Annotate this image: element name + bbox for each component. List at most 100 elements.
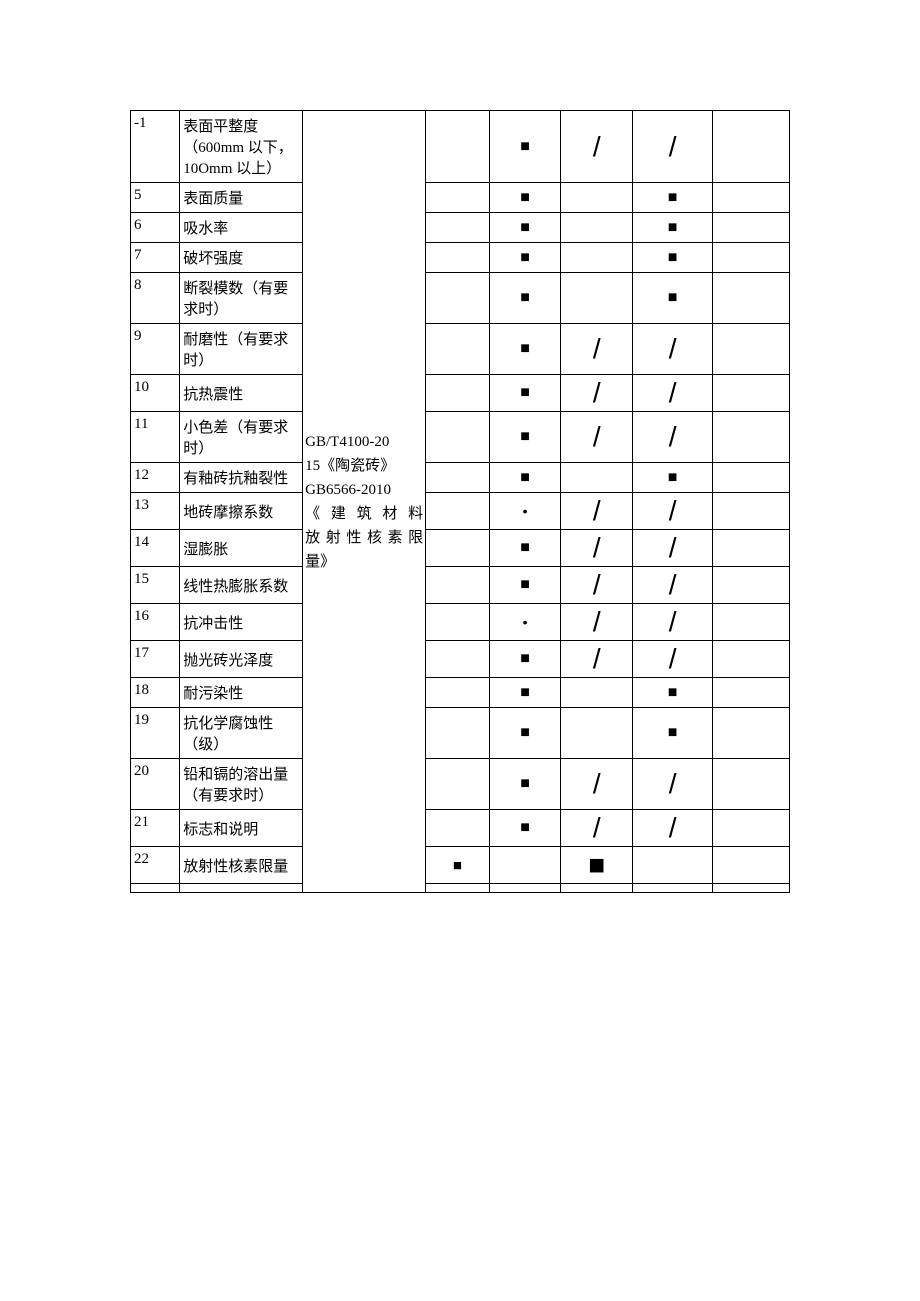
cell-c3 — [426, 530, 490, 567]
table-row: 17 抛光砖光泽度 ■ / / — [131, 641, 790, 678]
cell-c5: / — [561, 759, 633, 810]
cell-c6: ■ — [633, 183, 713, 213]
cell-c6: ■ — [633, 243, 713, 273]
row-idx — [131, 884, 180, 893]
cell-c7 — [713, 567, 790, 604]
cell-c4: ■ — [489, 213, 561, 243]
cell-c4: ■ — [489, 183, 561, 213]
table-row: 14 湿膨胀 ■ / / — [131, 530, 790, 567]
row-desc: 耐磨性（有要求时） — [180, 324, 303, 375]
cell-c6: / — [633, 641, 713, 678]
cell-c5: / — [561, 412, 633, 463]
cell-c4: ■ — [489, 243, 561, 273]
cell-c3 — [426, 111, 490, 183]
cell-c4: ■ — [489, 810, 561, 847]
row-desc: 地砖摩擦系数 — [180, 493, 303, 530]
standard-cell: GB/T4100-20 15《陶瓷砖》 GB6566-2010 《建筑材料 放射… — [303, 111, 426, 893]
table-row: 19 抗化学腐蚀性（级） ■ ■ — [131, 708, 790, 759]
table-row: 10 抗热震性 ■ / / — [131, 375, 790, 412]
cell-c6: / — [633, 493, 713, 530]
cell-c6: / — [633, 604, 713, 641]
cell-c3: ■ — [426, 847, 490, 884]
cell-c6: / — [633, 324, 713, 375]
table-row: 20 铅和镉的溶出量（有要求时） ■ / / — [131, 759, 790, 810]
row-desc: 有釉砖抗釉裂性 — [180, 463, 303, 493]
cell-c3 — [426, 604, 490, 641]
row-desc: 线性热膨胀系数 — [180, 567, 303, 604]
row-desc: 放射性核素限量 — [180, 847, 303, 884]
cell-c5: ■ — [561, 847, 633, 884]
row-desc: 小色差（有要求时） — [180, 412, 303, 463]
cell-c6 — [633, 847, 713, 884]
cell-c6: ■ — [633, 213, 713, 243]
cell-c4: ■ — [489, 567, 561, 604]
row-idx: 13 — [131, 493, 180, 530]
cell-c3 — [426, 759, 490, 810]
row-idx: 11 — [131, 412, 180, 463]
cell-c5 — [561, 708, 633, 759]
row-idx: 12 — [131, 463, 180, 493]
cell-c4: ■ — [489, 708, 561, 759]
cell-c4: ■ — [489, 324, 561, 375]
cell-c4: ■ — [489, 530, 561, 567]
cell-c7 — [713, 884, 790, 893]
cell-c4: ■ — [489, 463, 561, 493]
row-idx: 22 — [131, 847, 180, 884]
cell-c5: / — [561, 375, 633, 412]
cell-c3 — [426, 810, 490, 847]
row-desc: 抗热震性 — [180, 375, 303, 412]
cell-c3 — [426, 213, 490, 243]
cell-c7 — [713, 678, 790, 708]
cell-c7 — [713, 412, 790, 463]
cell-c6: / — [633, 759, 713, 810]
row-desc: 表面平整度（600mm 以下，10Omm 以上） — [180, 111, 303, 183]
cell-c7 — [713, 183, 790, 213]
cell-c4 — [489, 884, 561, 893]
cell-c4: ■ — [489, 678, 561, 708]
cell-c7 — [713, 324, 790, 375]
cell-c4: • — [489, 604, 561, 641]
cell-c7 — [713, 810, 790, 847]
standards-table: -1 表面平整度（600mm 以下，10Omm 以上） GB/T4100-20 … — [130, 110, 790, 893]
table-row: 12 有釉砖抗釉裂性 ■ ■ — [131, 463, 790, 493]
row-desc: 断裂模数（有要求时） — [180, 273, 303, 324]
cell-c3 — [426, 243, 490, 273]
cell-c6: ■ — [633, 273, 713, 324]
cell-c7 — [713, 243, 790, 273]
cell-c3 — [426, 678, 490, 708]
cell-c7 — [713, 847, 790, 884]
cell-c5: / — [561, 567, 633, 604]
table-row: 11 小色差（有要求时） ■ / / — [131, 412, 790, 463]
cell-c6: / — [633, 810, 713, 847]
table-row: 22 放射性核素限量 ■ ■ — [131, 847, 790, 884]
cell-c5 — [561, 884, 633, 893]
cell-c5 — [561, 463, 633, 493]
cell-c7 — [713, 273, 790, 324]
row-idx: 16 — [131, 604, 180, 641]
cell-c6: ■ — [633, 463, 713, 493]
cell-c5 — [561, 213, 633, 243]
row-idx: 9 — [131, 324, 180, 375]
table-row: 5 表面质量 ■ ■ — [131, 183, 790, 213]
row-desc: 吸水率 — [180, 213, 303, 243]
cell-c5: / — [561, 493, 633, 530]
cell-c3 — [426, 641, 490, 678]
cell-c4: ■ — [489, 641, 561, 678]
cell-c7 — [713, 530, 790, 567]
cell-c5: / — [561, 111, 633, 183]
cell-c6: / — [633, 111, 713, 183]
row-idx: 14 — [131, 530, 180, 567]
row-desc: 标志和说明 — [180, 810, 303, 847]
table-row: 15 线性热膨胀系数 ■ / / — [131, 567, 790, 604]
table-row: 9 耐磨性（有要求时） ■ / / — [131, 324, 790, 375]
cell-c4 — [489, 847, 561, 884]
cell-c5 — [561, 273, 633, 324]
row-desc: 抛光砖光泽度 — [180, 641, 303, 678]
row-idx: 21 — [131, 810, 180, 847]
cell-c6 — [633, 884, 713, 893]
cell-c5: / — [561, 604, 633, 641]
cell-c7 — [713, 213, 790, 243]
cell-c7 — [713, 111, 790, 183]
row-idx: 20 — [131, 759, 180, 810]
row-desc: 抗冲击性 — [180, 604, 303, 641]
